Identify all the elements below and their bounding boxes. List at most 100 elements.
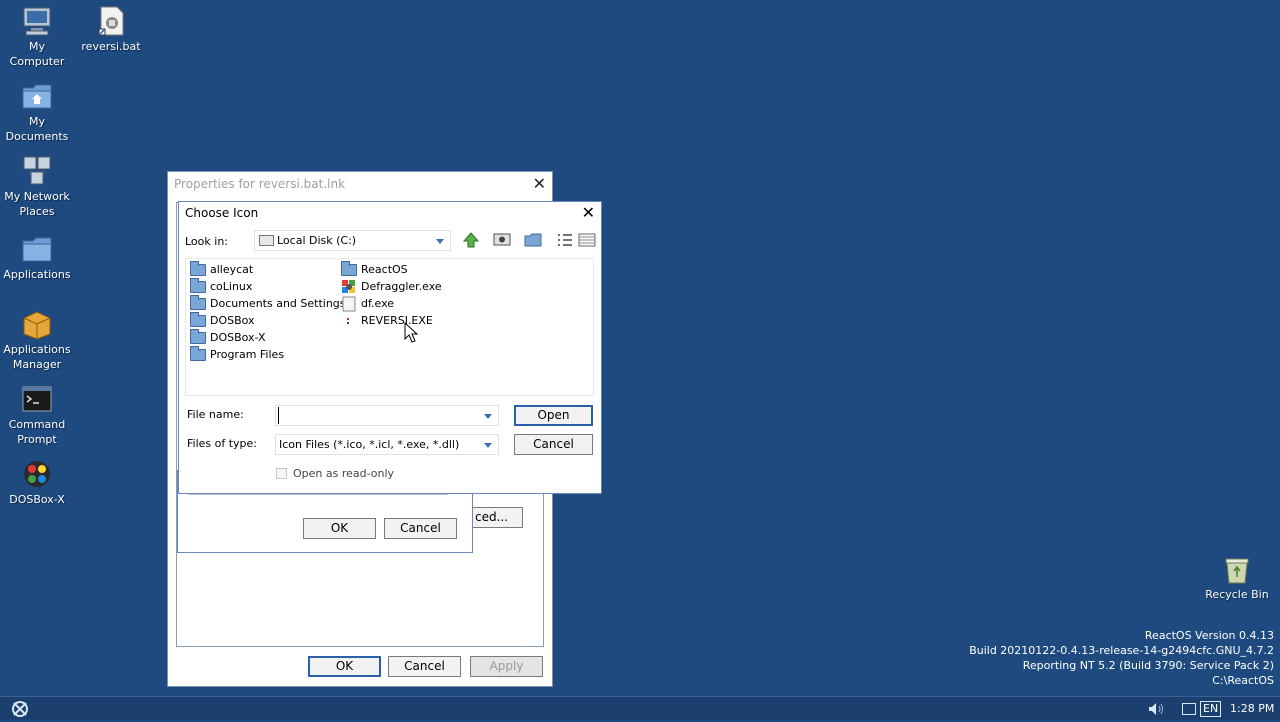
desktop-icon-label: My Computer bbox=[9, 40, 65, 68]
look-in-label: Look in: bbox=[185, 235, 228, 248]
version-info: ReactOS Version 0.4.13 Build 20210122-0.… bbox=[774, 628, 1274, 688]
desktop-icon-command-prompt[interactable]: Command Prompt bbox=[0, 383, 74, 447]
desktop-icon-applications-manager[interactable]: Applications Manager bbox=[0, 308, 74, 372]
desktop-icon-label: reversi.bat bbox=[81, 40, 141, 53]
properties-apply-button[interactable]: Apply bbox=[470, 656, 543, 677]
desktop-icon-label: Command Prompt bbox=[8, 418, 66, 446]
file-name: ReactOS bbox=[361, 263, 408, 276]
list-item[interactable]: DOSBox bbox=[190, 311, 255, 329]
open-button[interactable]: Open bbox=[514, 405, 593, 426]
chevron-down-icon bbox=[484, 414, 492, 419]
list-item[interactable]: Defraggler.exe bbox=[341, 278, 442, 295]
desktop-button[interactable] bbox=[492, 231, 512, 249]
desktop-icon-label: Applications Manager bbox=[3, 343, 71, 371]
documents-folder-icon bbox=[21, 80, 53, 112]
up-folder-button[interactable] bbox=[461, 231, 481, 249]
folder-icon bbox=[190, 328, 206, 344]
details-view-icon bbox=[578, 233, 596, 247]
up-arrow-icon bbox=[462, 232, 480, 248]
desktop-icon-reversi-bat[interactable]: reversi.bat bbox=[74, 5, 148, 54]
defraggler-icon bbox=[342, 279, 355, 293]
file-name: REVERSI.EXE bbox=[361, 314, 433, 327]
file-name: Program Files bbox=[210, 348, 285, 361]
file-name: coLinux bbox=[210, 280, 253, 293]
desktop-icon-label: My Network Places bbox=[4, 190, 70, 218]
files-of-type-label: Files of type: bbox=[187, 437, 258, 450]
list-item[interactable]: ReactOS bbox=[341, 260, 408, 278]
exe-icon bbox=[342, 296, 356, 311]
list-item[interactable]: Program Files bbox=[190, 345, 285, 363]
desktop-icon-label: My Documents bbox=[5, 115, 69, 143]
file-name: alleycat bbox=[210, 263, 254, 276]
file-name-input[interactable] bbox=[278, 407, 468, 424]
folder-icon bbox=[190, 277, 206, 293]
recycle-bin-icon bbox=[1221, 553, 1253, 585]
properties-ok-button[interactable]: OK bbox=[308, 656, 381, 677]
clock[interactable]: 1:28 PM bbox=[1230, 702, 1274, 715]
list-item[interactable]: coLinux bbox=[190, 277, 253, 295]
desktop-icon-my-documents[interactable]: My Documents bbox=[0, 80, 74, 144]
desktop-icon-recycle-bin[interactable]: Recycle Bin bbox=[1200, 553, 1274, 602]
files-of-type-value: Icon Files (*.ico, *.icl, *.exe, *.dll) bbox=[279, 438, 460, 451]
package-icon bbox=[21, 308, 53, 340]
computer-icon bbox=[21, 5, 53, 37]
drive-icon bbox=[259, 235, 274, 246]
file-name-combobox[interactable] bbox=[275, 405, 499, 426]
reversi-icon bbox=[347, 317, 349, 324]
close-icon[interactable]: ✕ bbox=[582, 205, 595, 221]
list-item[interactable]: alleycat bbox=[190, 260, 254, 278]
file-name: Defraggler.exe bbox=[361, 280, 442, 293]
version-line: Reporting NT 5.2 (Build 3790: Service Pa… bbox=[1022, 659, 1274, 672]
list-item[interactable]: Documents and Settings bbox=[190, 294, 346, 312]
list-item[interactable]: df.exe bbox=[341, 295, 394, 312]
readonly-label: Open as read-only bbox=[293, 467, 395, 480]
volume-icon[interactable] bbox=[1148, 702, 1166, 716]
properties-titlebar: Properties for reversi.bat.lnk ✕ bbox=[168, 172, 552, 196]
list-view-icon bbox=[558, 234, 572, 246]
tray: EN 1:28 PM bbox=[1140, 697, 1280, 721]
folder-icon bbox=[190, 345, 206, 361]
terminal-icon bbox=[21, 383, 53, 415]
desktop-icon-my-network-places[interactable]: My Network Places bbox=[0, 155, 74, 219]
folder-icon bbox=[190, 260, 206, 276]
desktop-icon-label: DOSBox-X bbox=[9, 493, 65, 506]
dialog-title: Choose Icon bbox=[185, 206, 259, 220]
readonly-checkbox[interactable] bbox=[276, 468, 287, 479]
start-button[interactable] bbox=[6, 699, 34, 719]
folder-icon bbox=[190, 311, 206, 327]
change-icon-cancel-button[interactable]: Cancel bbox=[384, 518, 457, 539]
desktop-icon bbox=[493, 233, 511, 246]
details-view-button[interactable] bbox=[577, 231, 597, 249]
desktop-icon-dosbox-x[interactable]: DOSBox-X bbox=[0, 458, 74, 507]
desktop-icon-my-computer[interactable]: My Computer bbox=[0, 5, 74, 69]
chevron-down-icon bbox=[484, 443, 492, 448]
list-item[interactable]: REVERSI.EXE bbox=[341, 312, 433, 329]
file-name-label: File name: bbox=[187, 408, 244, 421]
advanced-button[interactable]: ced... bbox=[468, 507, 523, 528]
language-indicator[interactable]: EN bbox=[1200, 701, 1222, 717]
desktop-icon-applications[interactable]: Applications bbox=[0, 233, 74, 282]
choose-icon-titlebar: Choose Icon ✕ bbox=[179, 202, 601, 224]
list-item[interactable]: DOSBox-X bbox=[190, 328, 266, 346]
properties-cancel-button[interactable]: Cancel bbox=[388, 656, 461, 677]
keyboard-layout-icon[interactable] bbox=[1182, 703, 1196, 715]
version-line: ReactOS Version 0.4.13 bbox=[1144, 629, 1274, 642]
file-name: DOSBox-X bbox=[210, 331, 266, 344]
list-view-button[interactable] bbox=[555, 231, 575, 249]
file-name: DOSBox bbox=[210, 314, 255, 327]
version-line: C:\ReactOS bbox=[1212, 674, 1274, 687]
file-name: Documents and Settings bbox=[210, 297, 346, 310]
close-icon[interactable]: ✕ bbox=[533, 176, 546, 192]
mouse-cursor-icon bbox=[404, 322, 418, 343]
new-folder-button[interactable] bbox=[523, 231, 543, 249]
change-icon-ok-button[interactable]: OK bbox=[303, 518, 376, 539]
dosbox-icon bbox=[21, 458, 53, 490]
folder-icon bbox=[341, 260, 357, 276]
choose-icon-cancel-button[interactable]: Cancel bbox=[514, 434, 593, 455]
files-of-type-combobox[interactable]: Icon Files (*.ico, *.icl, *.exe, *.dll) bbox=[275, 434, 499, 455]
network-icon bbox=[21, 155, 53, 187]
look-in-combobox[interactable]: Local Disk (C:) bbox=[254, 230, 451, 251]
look-in-value: Local Disk (C:) bbox=[277, 234, 357, 247]
file-list: alleycat coLinux Documents and Settings … bbox=[185, 258, 594, 396]
new-folder-icon bbox=[524, 233, 542, 247]
